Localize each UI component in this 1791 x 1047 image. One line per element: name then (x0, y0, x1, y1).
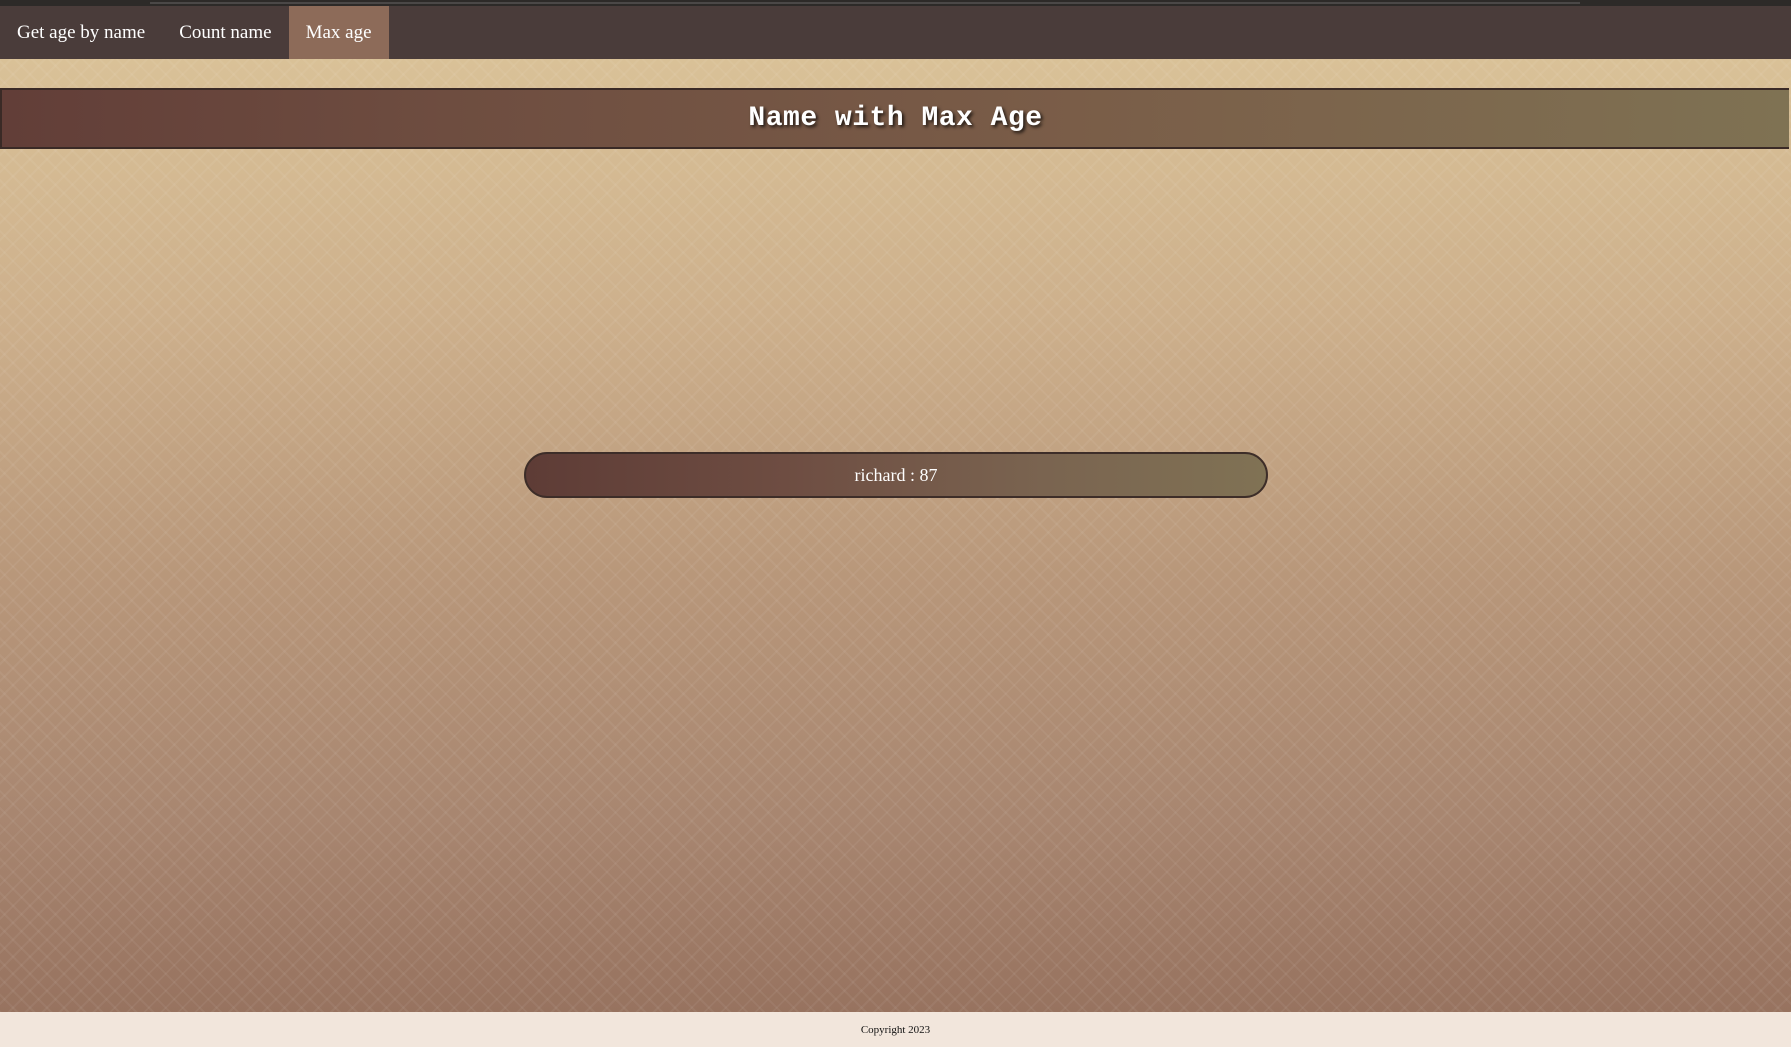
copyright-text: Copyright 2023 (860, 1023, 931, 1036)
navbar: Get age by name Count name Max age (0, 6, 1791, 59)
nav-item-max-age[interactable]: Max age (288, 6, 389, 59)
nav-item-count-name[interactable]: Count name (162, 6, 288, 59)
max-age-result: richard : 87 (524, 452, 1268, 498)
top-border-accent (150, 2, 1580, 4)
page-title-banner: Name with Max Age (0, 88, 1789, 149)
nav-item-get-age-by-name[interactable]: Get age by name (0, 6, 162, 59)
footer: Copyright 2023 (0, 1012, 1791, 1047)
result-text: richard : 87 (854, 464, 938, 485)
page-title: Name with Max Age (748, 103, 1043, 134)
